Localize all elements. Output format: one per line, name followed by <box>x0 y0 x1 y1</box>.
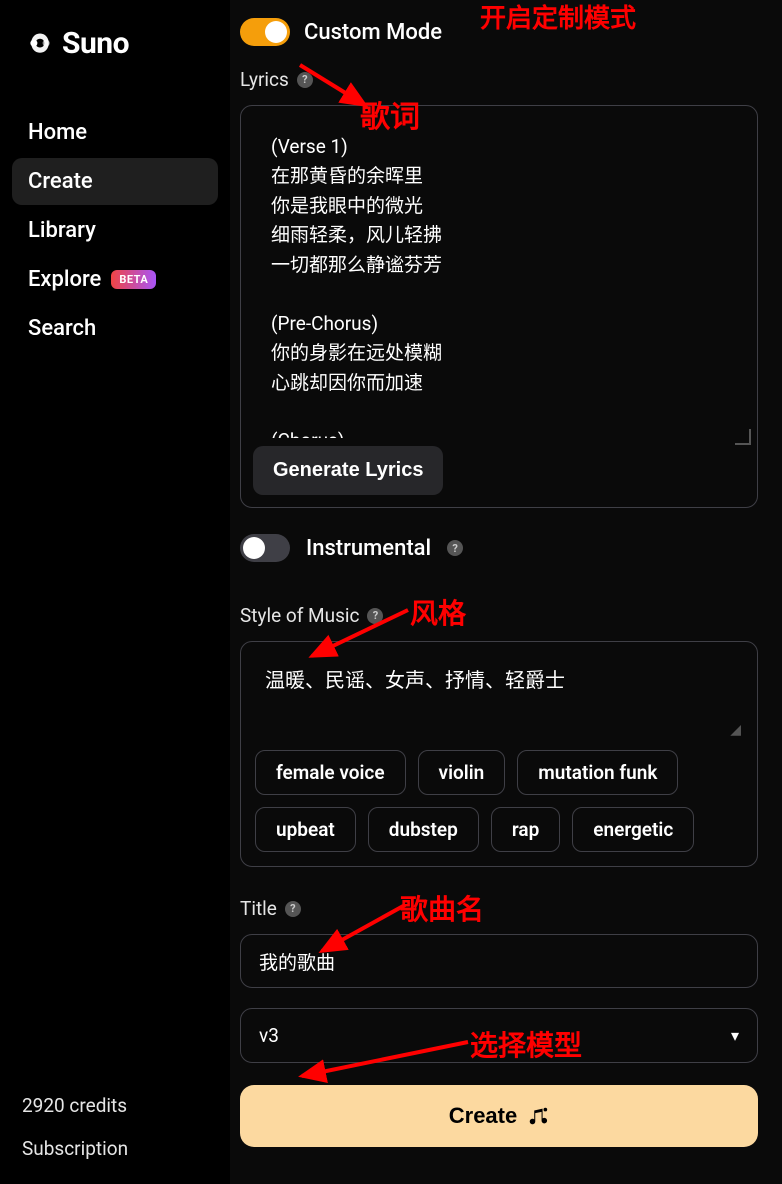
style-textarea[interactable] <box>255 656 743 728</box>
model-select[interactable]: v3 ▾ <box>240 1008 758 1063</box>
tag-mutation-funk[interactable]: mutation funk <box>517 750 678 795</box>
lyrics-box: Generate Lyrics <box>240 105 758 508</box>
beta-badge: BETA <box>111 270 156 289</box>
title-label: Title ? <box>240 897 758 920</box>
credits-text: 2920 credits <box>22 1094 218 1117</box>
instrumental-toggle[interactable] <box>240 534 290 562</box>
main-panel: Custom Mode Lyrics ? Generate Lyrics Ins… <box>230 0 782 1184</box>
brand-logo[interactable]: Suno <box>12 26 218 61</box>
instrumental-label: Instrumental <box>306 536 431 561</box>
tag-female-voice[interactable]: female voice <box>255 750 406 795</box>
instrumental-row: Instrumental ? <box>240 534 758 562</box>
help-icon[interactable]: ? <box>367 608 383 624</box>
tag-violin[interactable]: violin <box>418 750 506 795</box>
custom-mode-row: Custom Mode <box>240 18 758 46</box>
nav-explore[interactable]: Explore BETA <box>12 256 218 303</box>
subscription-link[interactable]: Subscription <box>22 1137 218 1160</box>
resize-handle[interactable] <box>735 429 751 445</box>
nav-search[interactable]: Search <box>12 305 218 352</box>
model-value: v3 <box>259 1024 279 1047</box>
style-tags: female voice violin mutation funk upbeat… <box>255 750 743 852</box>
style-box: ◢ female voice violin mutation funk upbe… <box>240 641 758 867</box>
generate-lyrics-button[interactable]: Generate Lyrics <box>253 446 443 495</box>
title-input[interactable] <box>240 934 758 988</box>
tag-energetic[interactable]: energetic <box>572 807 694 852</box>
style-label: Style of Music ? <box>240 604 758 627</box>
nav-create[interactable]: Create <box>12 158 218 205</box>
help-icon[interactable]: ? <box>285 901 301 917</box>
custom-mode-toggle[interactable] <box>240 18 290 46</box>
suno-logo-icon <box>26 30 54 58</box>
chevron-down-icon: ▾ <box>731 1026 739 1045</box>
brand-name: Suno <box>62 26 129 61</box>
help-icon[interactable]: ? <box>297 72 313 88</box>
help-icon[interactable]: ? <box>447 540 463 556</box>
nav: Home Create Library Explore BETA Search <box>12 109 218 352</box>
lyrics-textarea[interactable] <box>253 118 749 438</box>
sidebar: Suno Home Create Library Explore BETA Se… <box>0 0 230 1184</box>
tag-upbeat[interactable]: upbeat <box>255 807 356 852</box>
create-button[interactable]: Create <box>240 1085 758 1147</box>
lyrics-label: Lyrics ? <box>240 68 758 91</box>
nav-library[interactable]: Library <box>12 207 218 254</box>
nav-home[interactable]: Home <box>12 109 218 156</box>
tag-dubstep[interactable]: dubstep <box>368 807 479 852</box>
tag-rap[interactable]: rap <box>491 807 560 852</box>
custom-mode-label: Custom Mode <box>304 20 442 45</box>
music-sparkle-icon <box>527 1105 549 1127</box>
sidebar-footer: 2920 credits Subscription <box>12 1094 218 1160</box>
